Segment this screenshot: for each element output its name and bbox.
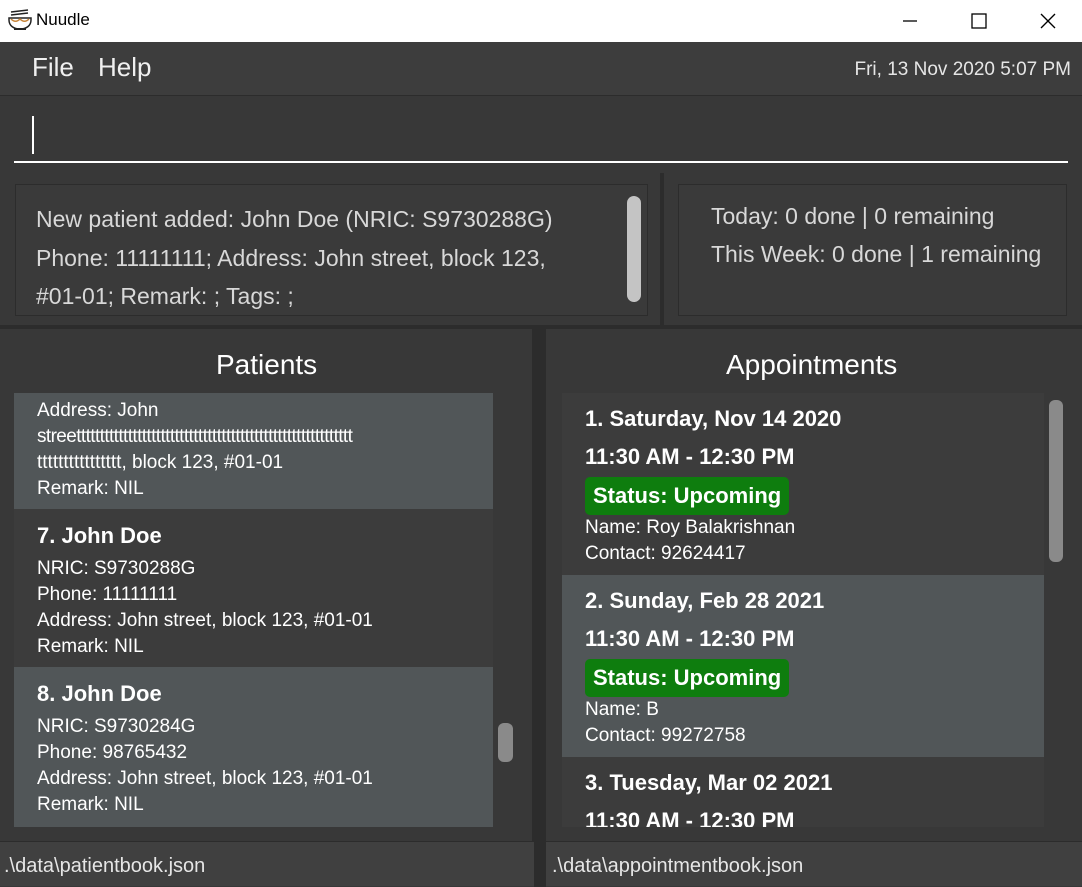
text-caret xyxy=(32,116,34,154)
appointment-time: 11:30 AM - 12:30 PM xyxy=(585,626,795,651)
status-badge: Status: Upcoming xyxy=(585,659,790,697)
patient-file-path: .\data\patientbook.json xyxy=(4,855,206,877)
patient-card[interactable]: 7. John Doe NRIC: S9730288G Phone: 11111… xyxy=(14,509,493,667)
appointment-file-path: .\data\appointmentbook.json xyxy=(552,855,804,877)
summary-today: Today: 0 done | 0 remaining xyxy=(711,203,995,229)
patient-card[interactable]: 8. John Doe NRIC: S9730284G Phone: 98765… xyxy=(14,667,493,827)
window-title: Nuudle xyxy=(36,10,90,29)
menu-help[interactable]: Help xyxy=(98,52,151,83)
appointment-patient-name: Name: Roy Balakrishnan xyxy=(585,517,796,538)
patient-address: Address: John street, block 123, #01-01 xyxy=(37,610,373,631)
patient-list[interactable]: Address: John streettttttttttttttttttttt… xyxy=(14,393,493,827)
appointment-list[interactable]: 1. Saturday, Nov 14 2020 11:30 AM - 12:3… xyxy=(562,393,1044,827)
maximize-icon xyxy=(971,13,987,29)
appointment-summary: Today: 0 done | 0 remaining This Week: 0… xyxy=(678,184,1067,316)
command-box xyxy=(0,97,1082,173)
result-scrollbar[interactable] xyxy=(627,196,641,302)
result-line: Phone: 11111111; Address: John street, b… xyxy=(36,244,546,271)
vertical-divider xyxy=(532,329,546,841)
current-datetime: Fri, 13 Nov 2020 5:07 PM xyxy=(854,59,1072,80)
close-icon xyxy=(1040,13,1056,29)
close-button[interactable] xyxy=(1013,0,1082,42)
appointment-card[interactable]: 1. Saturday, Nov 14 2020 11:30 AM - 12:3… xyxy=(562,393,1044,575)
appointment-time: 11:30 AM - 12:30 PM xyxy=(585,444,795,469)
patients-title: Patients xyxy=(216,349,318,380)
result-line: #01-01; Remark: ; Tags: ; xyxy=(36,283,294,309)
minimize-button[interactable] xyxy=(875,0,945,42)
patient-list-scrollbar[interactable] xyxy=(498,723,513,762)
appointments-title: Appointments xyxy=(726,349,898,380)
appointment-time: 11:30 AM - 12:30 PM xyxy=(585,808,795,827)
patient-address: tttttttttttttttt, block 123, #01-01 xyxy=(37,452,284,473)
appointment-list-scrollbar[interactable] xyxy=(1049,400,1063,562)
patient-address: Address: John xyxy=(37,400,159,421)
title-bar: Nuudle xyxy=(0,0,1082,42)
appointment-contact: Contact: 92624417 xyxy=(585,543,746,564)
patient-name: 7. John Doe xyxy=(37,523,162,548)
result-line: New patient added: John Doe (NRIC: S9730… xyxy=(36,206,553,232)
status-divider xyxy=(534,842,546,887)
patient-address: streettttttttttttttttttttttttttttttttttt… xyxy=(37,426,353,447)
summary-pane: Today: 0 done | 0 remaining This Week: 0… xyxy=(668,173,1082,325)
status-bar: .\data\patientbook.json .\data\appointme… xyxy=(0,841,1082,887)
appointment-date: 2. Sunday, Feb 28 2021 xyxy=(585,588,825,613)
appointment-card[interactable]: 2. Sunday, Feb 28 2021 11:30 AM - 12:30 … xyxy=(562,575,1044,757)
patient-remark: Remark: NIL xyxy=(37,636,144,657)
result-text: New patient added: John Doe (NRIC: S9730… xyxy=(36,200,596,316)
appointment-contact: Contact: 99272758 xyxy=(585,725,746,746)
patient-address: Address: John street, block 123, #01-01 xyxy=(37,768,373,789)
appointment-date: 3. Tuesday, Mar 02 2021 xyxy=(585,770,833,795)
noodle-bowl-icon xyxy=(8,9,32,30)
minimize-icon xyxy=(903,20,917,22)
patient-name: 8. John Doe xyxy=(37,681,162,706)
appointment-date: 1. Saturday, Nov 14 2020 xyxy=(585,406,842,431)
status-badge: Status: Upcoming xyxy=(585,477,790,515)
appointment-patient-name: Name: B xyxy=(585,699,659,720)
patient-nric: NRIC: S9730284G xyxy=(37,716,196,737)
command-input[interactable] xyxy=(14,103,1068,163)
menu-file[interactable]: File xyxy=(32,52,74,83)
patient-nric: NRIC: S9730288G xyxy=(37,558,196,579)
patient-remark: Remark: NIL xyxy=(37,794,144,815)
menu-bar: File Help Fri, 13 Nov 2020 5:07 PM xyxy=(0,42,1082,96)
appointment-card[interactable]: 3. Tuesday, Mar 02 2021 11:30 AM - 12:30… xyxy=(562,757,1044,827)
summary-text: Today: 0 done | 0 remaining This Week: 0… xyxy=(711,197,1041,273)
maximize-button[interactable] xyxy=(944,0,1014,42)
patient-phone: Phone: 98765432 xyxy=(37,742,188,763)
patient-remark: Remark: NIL xyxy=(37,478,144,499)
result-display-pane: New patient added: John Doe (NRIC: S9730… xyxy=(0,173,664,325)
patient-phone: Phone: 11111111 xyxy=(37,584,178,605)
summary-week: This Week: 0 done | 1 remaining xyxy=(711,241,1042,267)
patients-panel: Patients Address: John streetttttttttttt… xyxy=(0,329,532,841)
patient-card[interactable]: Address: John streettttttttttttttttttttt… xyxy=(14,393,493,509)
appointments-panel: Appointments 1. Saturday, Nov 14 2020 11… xyxy=(546,329,1082,841)
result-display[interactable]: New patient added: John Doe (NRIC: S9730… xyxy=(15,184,648,316)
